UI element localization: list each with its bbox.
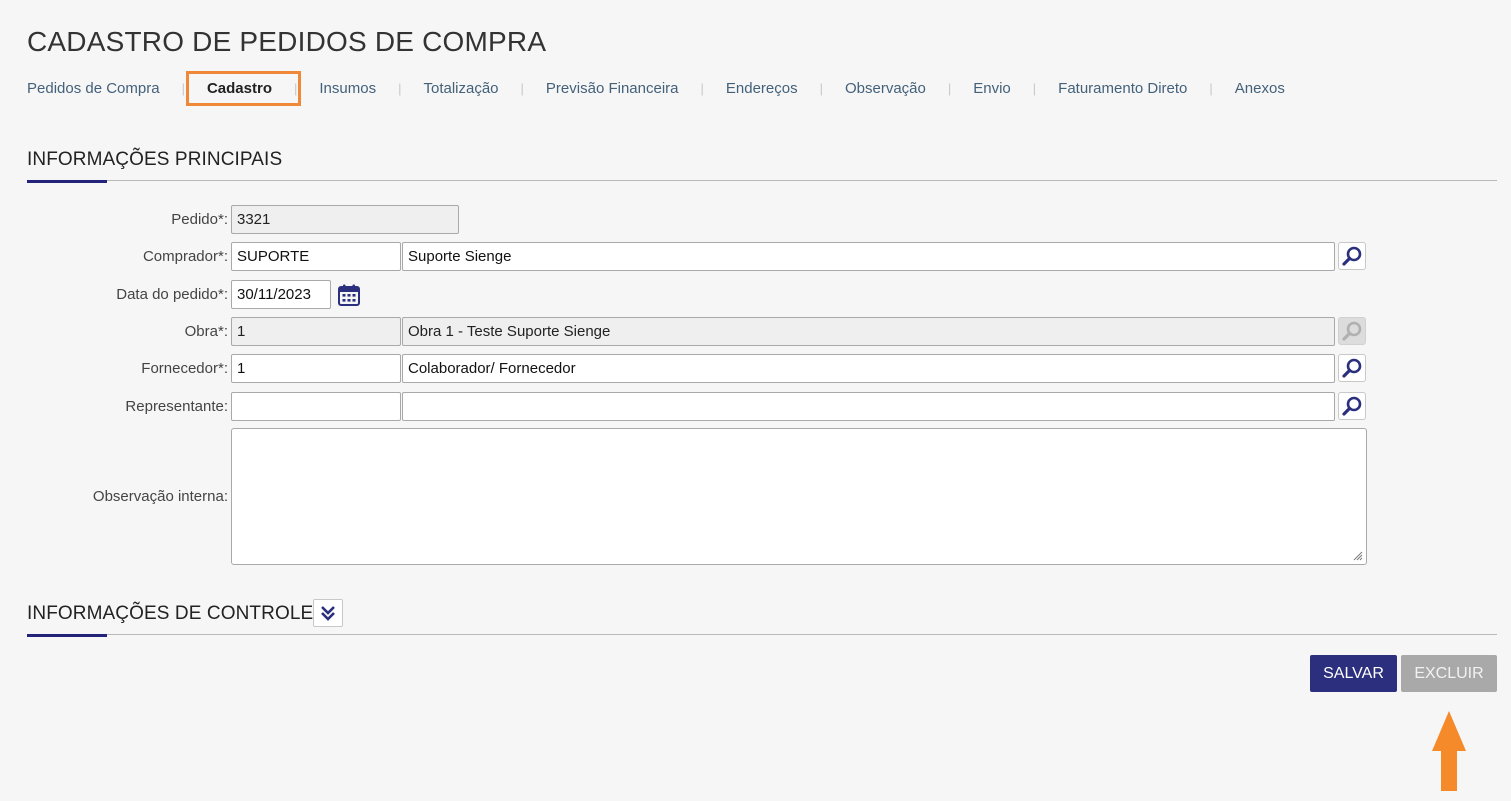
active-tab-highlight-box (186, 71, 301, 106)
calendar-icon (338, 284, 360, 306)
comprador-label: Comprador*: (142, 248, 228, 265)
arrow-up-icon (1432, 711, 1466, 791)
section-title-main: INFORMAÇÕES PRINCIPAIS (27, 149, 283, 170)
section-title-control: INFORMAÇÕES DE CONTROLE (27, 603, 314, 624)
tab-envio[interactable]: Envio (973, 80, 1011, 97)
expand-control-section-button[interactable] (313, 599, 343, 627)
obra-name-field[interactable] (402, 317, 1335, 346)
tab-faturamento-direto[interactable]: Faturamento Direto (1058, 80, 1187, 97)
tab-separator: | (947, 80, 952, 96)
fornecedor-label: Fornecedor*: (141, 360, 228, 377)
calendar-button[interactable] (334, 280, 364, 310)
tab-separator: | (819, 80, 823, 96)
page-title: CADASTRO DE PEDIDOS DE COMPRA (27, 26, 547, 57)
tab-separator: | (398, 80, 402, 96)
tab-enderecos[interactable]: Endereços (726, 80, 798, 97)
data-pedido-label: Data do pedido*: (116, 286, 228, 303)
double-chevron-down-icon (321, 606, 335, 621)
tab-separator: | (700, 80, 704, 96)
search-icon (1342, 396, 1362, 416)
tab-separator: | (181, 80, 185, 96)
tab-insumos[interactable]: Insumos (319, 80, 376, 97)
tab-separator: | (1209, 80, 1213, 96)
search-icon (1342, 321, 1362, 341)
comprador-code-field[interactable] (231, 242, 401, 271)
section-accent-bar (27, 634, 107, 637)
representante-search-button[interactable] (1338, 392, 1366, 420)
comprador-name-field[interactable] (402, 242, 1335, 271)
observacao-interna-textarea[interactable] (231, 428, 1367, 565)
fornecedor-name-field[interactable] (402, 354, 1335, 383)
comprador-search-button[interactable] (1338, 242, 1366, 270)
tab-previsao-financeira[interactable]: Previsão Financeira (546, 80, 679, 97)
section-divider (27, 180, 1497, 181)
tab-pedidos-de-compra[interactable]: Pedidos de Compra (27, 80, 160, 97)
resize-grip-icon[interactable] (1353, 551, 1363, 561)
tab-observacao[interactable]: Observação (845, 80, 926, 97)
observacao-interna-label: Observação interna: (92, 488, 228, 505)
data-pedido-field[interactable] (231, 280, 331, 309)
pedido-field[interactable] (231, 205, 459, 234)
fornecedor-code-field[interactable] (231, 354, 401, 383)
obra-label: Obra*: (184, 323, 228, 340)
pedido-label: Pedido*: (171, 211, 228, 228)
tab-anexos[interactable]: Anexos (1235, 80, 1285, 97)
representante-name-field[interactable] (402, 392, 1335, 421)
search-icon (1342, 246, 1362, 266)
fornecedor-search-button[interactable] (1338, 354, 1366, 382)
section-accent-bar (27, 180, 107, 183)
tab-separator: | (520, 80, 524, 96)
delete-button[interactable]: EXCLUIR (1401, 655, 1497, 692)
search-icon (1342, 358, 1362, 378)
obra-code-field[interactable] (231, 317, 401, 346)
representante-label: Representante: (125, 398, 228, 415)
obra-search-button (1338, 317, 1366, 345)
tab-separator: | (1032, 80, 1037, 96)
representante-code-field[interactable] (231, 392, 401, 421)
section-divider (27, 634, 1497, 635)
tab-totalizacao[interactable]: Totalização (423, 80, 498, 97)
save-button[interactable]: SALVAR (1310, 655, 1397, 692)
